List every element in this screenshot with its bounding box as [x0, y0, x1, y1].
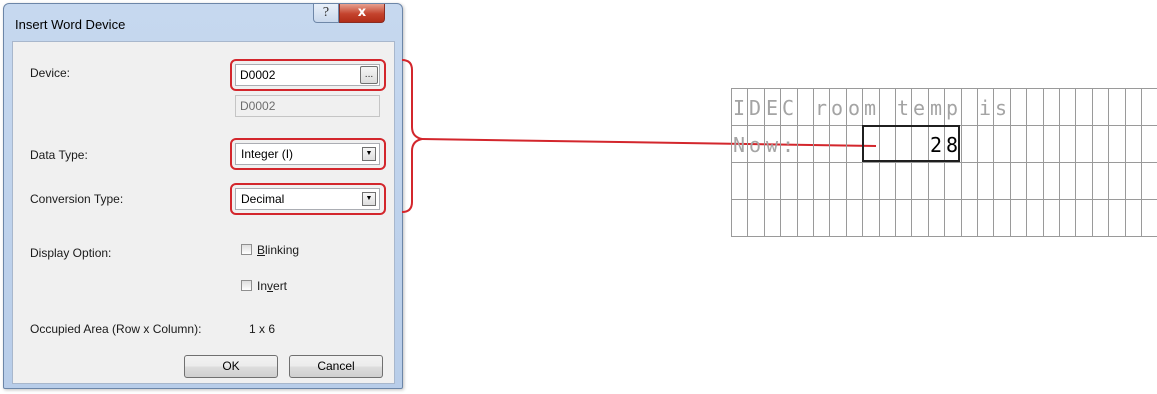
lcd-text-char: o [748, 133, 762, 157]
lcd-grid-hline [731, 162, 1157, 163]
lcd-text-char: N [732, 133, 746, 157]
lcd-text-char: C [781, 96, 795, 120]
lcd-text-char: r [814, 96, 828, 120]
word-device-area-box[interactable] [862, 125, 960, 162]
lcd-text-char: D [748, 96, 762, 120]
lcd-text-char: p [945, 96, 959, 120]
lcd-text-char: o [847, 96, 861, 120]
lcd-text-char: t [896, 96, 910, 120]
lcd-text-char: m [863, 96, 877, 120]
lcd-text-char: : [781, 133, 795, 157]
lcd-text-char: m [929, 96, 943, 120]
bracket-shape [401, 59, 423, 213]
lcd-text-char: e [912, 96, 926, 120]
lcd-text-char: s [994, 96, 1008, 120]
lcd-grid-hline [731, 199, 1157, 200]
lcd-text-char: i [978, 96, 992, 120]
lcd-text-char: I [732, 96, 746, 120]
lcd-grid-hline [731, 236, 1157, 237]
lcd-text-char: w [765, 133, 779, 157]
lcd-text-char: o [830, 96, 844, 120]
lcd-text-char: E [765, 96, 779, 120]
highlight-connector [401, 59, 877, 213]
connector-line [421, 138, 877, 147]
